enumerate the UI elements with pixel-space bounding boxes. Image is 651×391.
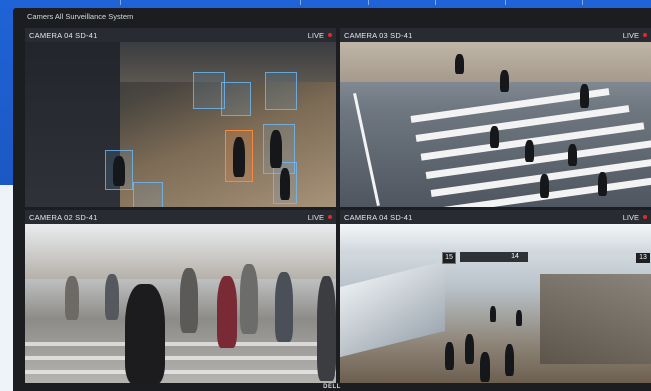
live-indicator: LIVE <box>623 213 647 222</box>
platform-sign-15: 15 <box>442 252 456 264</box>
pedestrian <box>500 70 509 92</box>
train <box>340 260 445 358</box>
pedestrian <box>65 276 79 320</box>
camera-feed-plaza <box>25 42 336 207</box>
live-indicator: LIVE <box>308 213 332 222</box>
road-marking <box>25 370 336 374</box>
pedestrian <box>125 284 165 383</box>
pedestrian <box>598 172 607 196</box>
pedestrian <box>217 276 237 348</box>
live-dot-icon <box>328 33 332 37</box>
pedestrian <box>105 274 119 320</box>
detection-box[interactable] <box>221 82 251 116</box>
building-facade <box>25 224 336 279</box>
pedestrian <box>480 352 490 382</box>
pedestrian <box>445 342 454 370</box>
sidewalk <box>340 42 651 82</box>
detection-box[interactable] <box>265 72 297 110</box>
monitor-frame: Camers All Surveillance System CAMERA 04… <box>13 8 651 391</box>
camera-feed-crosswalk <box>340 42 651 207</box>
live-dot-icon <box>328 215 332 219</box>
camera-pane-1[interactable]: CAMERA 04 SD-41 LIVE <box>25 28 336 207</box>
camera-pane-4[interactable]: CAMERA 04 SD-41 LIVE 15 14 13 <box>340 210 651 383</box>
lane-line <box>353 92 380 207</box>
live-indicator: LIVE <box>623 31 647 40</box>
detection-box[interactable] <box>133 182 163 207</box>
pane-header: CAMERA 04 SD-41 LIVE <box>340 210 651 224</box>
pedestrian <box>113 156 125 186</box>
pedestrian <box>568 144 577 166</box>
crosswalk-stripe <box>425 140 651 179</box>
window-title-bar: Camers All Surveillance System <box>13 8 651 26</box>
live-dot-icon <box>643 215 647 219</box>
pedestrian <box>270 130 282 168</box>
pedestrian <box>240 264 258 334</box>
pedestrian <box>280 168 290 200</box>
pedestrian <box>317 276 336 381</box>
upper-walkway <box>120 42 336 82</box>
pedestrian <box>233 137 245 177</box>
road-marking <box>25 342 336 346</box>
live-dot-icon <box>643 33 647 37</box>
brand-logo: DELL <box>323 384 341 390</box>
pedestrian <box>180 268 198 333</box>
pedestrian <box>490 126 499 148</box>
camera-label: CAMERA 03 SD-41 <box>344 31 413 40</box>
app-title: Camers All Surveillance System <box>27 12 134 21</box>
station-roof <box>340 224 651 254</box>
road-marking <box>25 356 336 360</box>
camera-pane-2[interactable]: CAMERA 03 SD-41 LIVE <box>340 28 651 207</box>
camera-pane-3[interactable]: CAMERA 02 SD-41 LIVE <box>25 210 336 383</box>
pedestrian <box>580 84 589 108</box>
tracks <box>540 274 651 364</box>
camera-feed-station: 15 14 13 <box>340 224 651 383</box>
pedestrian <box>465 334 474 364</box>
pedestrian <box>525 140 534 162</box>
camera-feed-street <box>25 224 336 383</box>
pane-header: CAMERA 02 SD-41 LIVE <box>25 210 336 224</box>
pane-header: CAMERA 04 SD-41 LIVE <box>25 28 336 42</box>
camera-label: CAMERA 02 SD-41 <box>29 213 98 222</box>
live-indicator: LIVE <box>308 31 332 40</box>
pedestrian <box>505 344 514 376</box>
pedestrian <box>490 306 496 322</box>
pedestrian <box>516 310 522 326</box>
camera-label: CAMERA 04 SD-41 <box>29 31 98 40</box>
platform-sign-13: 13 <box>636 253 650 263</box>
pedestrian <box>275 272 293 342</box>
pedestrian <box>455 54 464 74</box>
pedestrian <box>540 174 549 198</box>
pane-header: CAMERA 03 SD-41 LIVE <box>340 28 651 42</box>
platform-sign-14: 14 <box>511 253 519 260</box>
camera-label: CAMERA 04 SD-41 <box>344 213 413 222</box>
